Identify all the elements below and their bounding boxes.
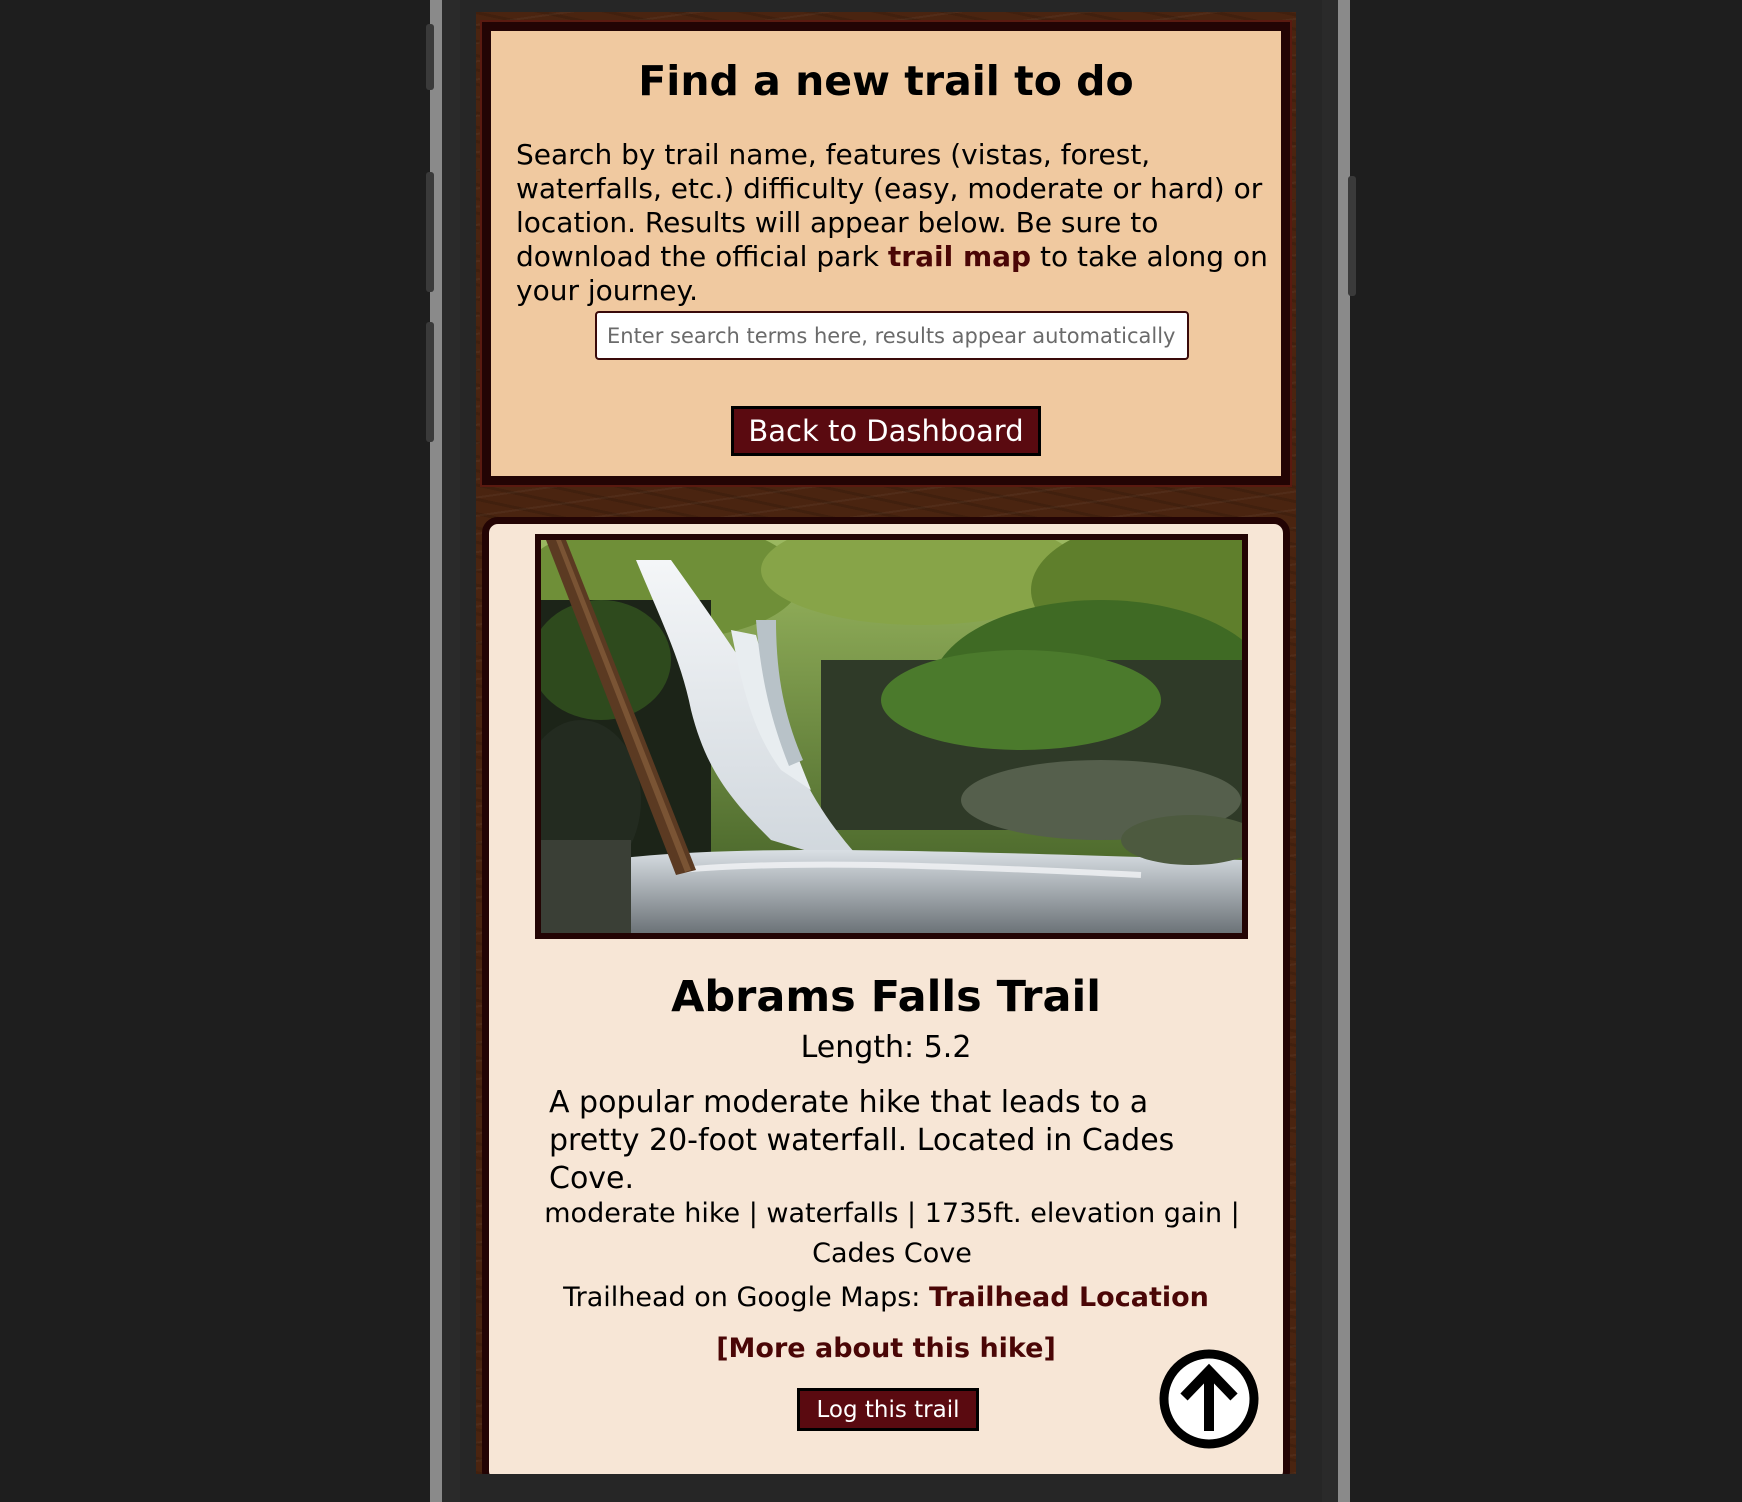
trail-result-card: Abrams Falls Trail Length: 5.2 A popular… [482, 517, 1290, 1474]
waterfall-photo [541, 540, 1242, 933]
trailhead-label: Trailhead on Google Maps: [563, 1282, 929, 1313]
phone-power-button [1348, 176, 1356, 296]
trail-description: A popular moderate hike that leads to a … [549, 1085, 1175, 1196]
trailhead-line: Trailhead on Google Maps: Trailhead Loca… [489, 1282, 1283, 1313]
phone-volume-down-button [426, 322, 434, 442]
search-input[interactable] [595, 311, 1189, 360]
search-description: Search by trail name, features (vistas, … [516, 138, 1276, 308]
trail-photo [535, 534, 1248, 939]
desktop-background: Find a new trail to do Search by trail n… [0, 0, 1742, 1502]
trail-length: Length: 5.2 [800, 1030, 972, 1065]
search-panel: Find a new trail to do Search by trail n… [480, 20, 1292, 487]
trail-tags: moderate hike | waterfalls | 1735ft. ele… [544, 1198, 1240, 1269]
trailhead-location-link[interactable]: Trailhead Location [929, 1282, 1209, 1313]
phone-side-button [426, 24, 434, 90]
trail-map-link[interactable]: trail map [888, 240, 1031, 273]
trail-name: Abrams Falls Trail [671, 972, 1101, 1022]
phone-volume-up-button [426, 172, 434, 292]
back-to-dashboard-button[interactable]: Back to Dashboard [731, 406, 1041, 456]
arrow-up-circle-icon[interactable] [1159, 1349, 1259, 1449]
phone-screen: Find a new trail to do Search by trail n… [476, 12, 1296, 1474]
search-title: Find a new trail to do [638, 57, 1134, 105]
log-trail-button[interactable]: Log this trail [797, 1388, 979, 1431]
